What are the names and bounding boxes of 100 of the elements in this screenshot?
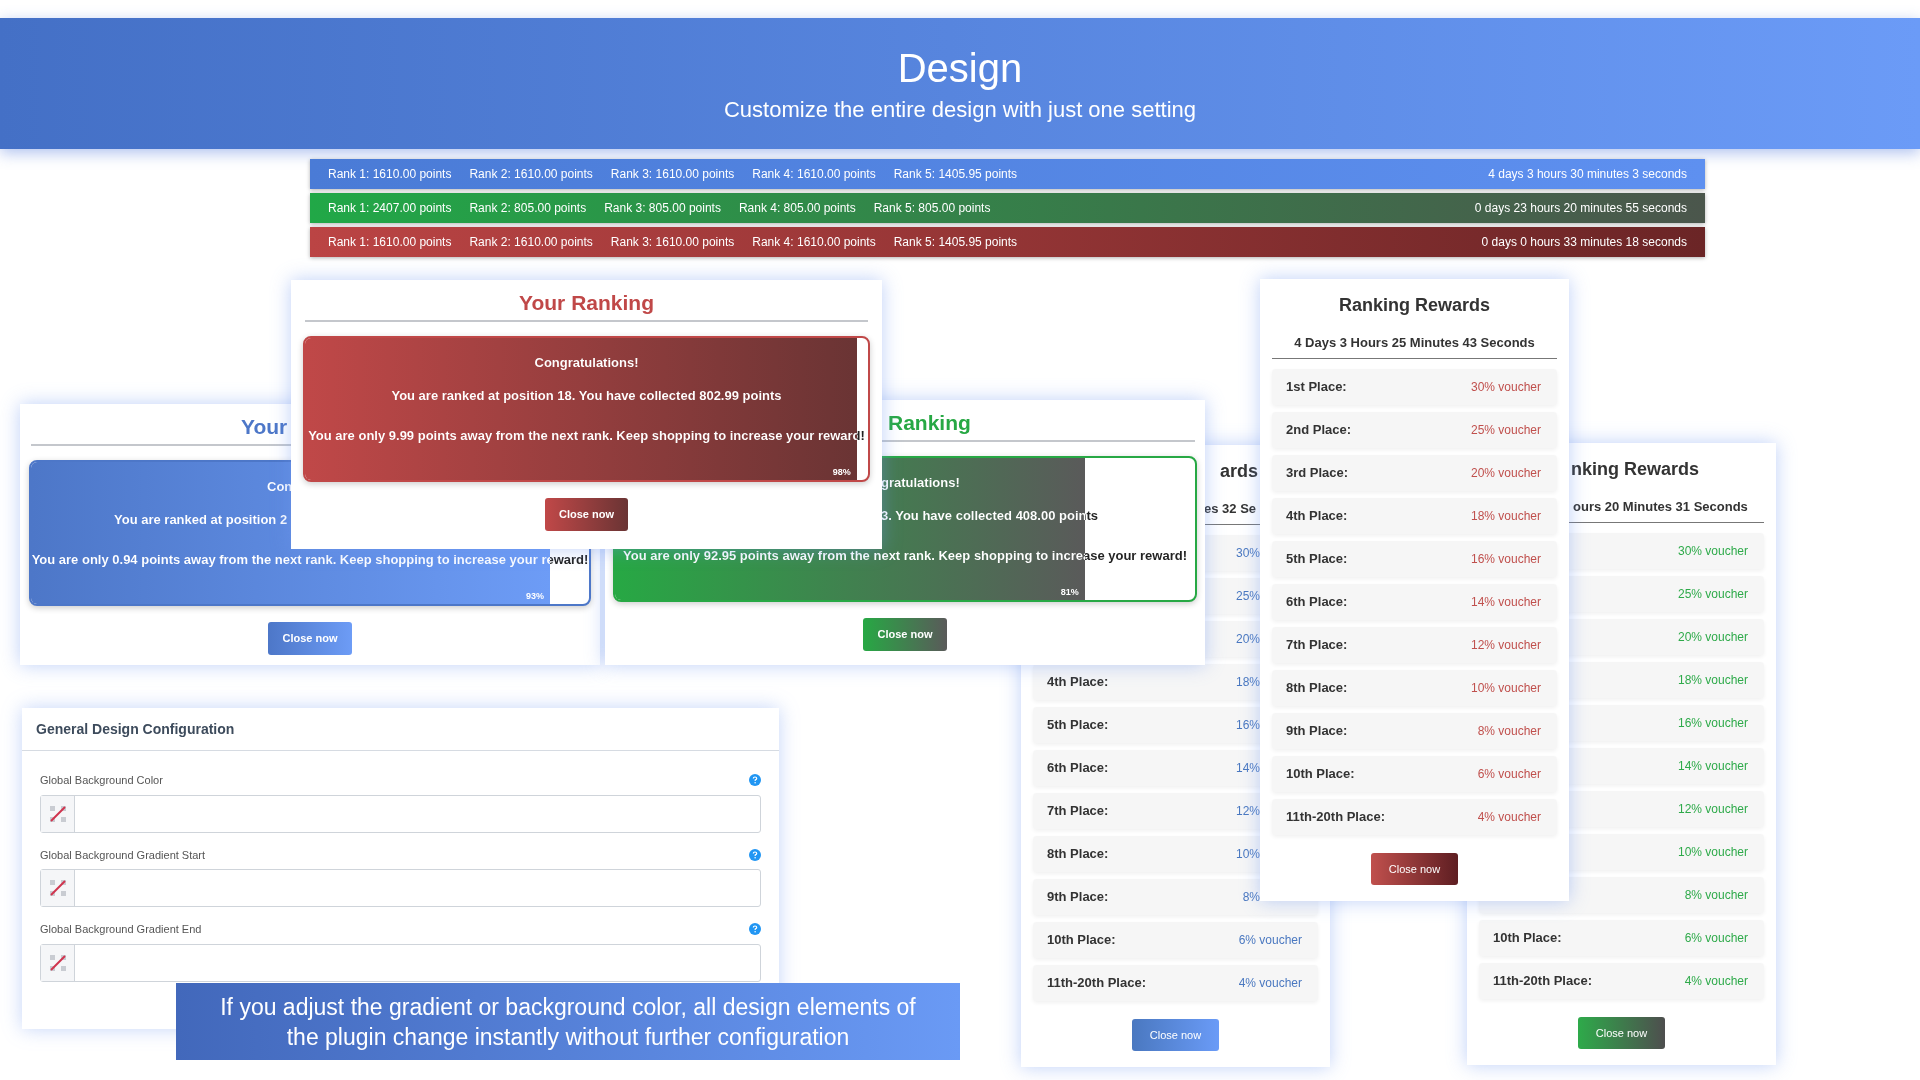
rank-points: Rank 5: 1405.95 points <box>893 166 1018 183</box>
color-input-field[interactable] <box>40 794 761 833</box>
reward-value: 6% voucher <box>1684 930 1748 947</box>
reward-value: 30% voucher <box>1470 379 1541 396</box>
rewards-title: ards <box>1219 460 1258 483</box>
place-label: 11th-20th Place: <box>1493 972 1592 991</box>
reward-value: 14% voucher <box>1470 594 1541 611</box>
reward-value: 8% voucher <box>1684 887 1748 904</box>
reward-value: 30% <box>1235 545 1260 562</box>
reward-value: 20% <box>1235 631 1260 648</box>
place-label: 4th Place: <box>1047 673 1109 692</box>
popup-title: Ranking <box>888 410 971 436</box>
reward-value: 6% voucher <box>1238 932 1302 949</box>
rank-points: Rank 3: 1610.00 points <box>610 234 735 251</box>
field-label: Global Background Gradient Start <box>40 847 206 863</box>
reward-value: 18% <box>1235 674 1260 691</box>
countdown-text: 0 days 23 hours 20 minutes 55 seconds <box>1474 200 1687 217</box>
close-button[interactable]: Close now <box>545 498 628 531</box>
rank-points: Rank 3: 805.00 points <box>604 200 721 217</box>
rank-points: Rank 5: 805.00 points <box>873 200 991 217</box>
reward-value: 14% voucher <box>1677 758 1748 775</box>
color-swatch-icon <box>48 804 67 823</box>
place-label: 1st Place: <box>1286 378 1347 397</box>
rewards-title: Ranking Rewards <box>1338 294 1490 317</box>
progress-percent: 98% <box>832 465 851 479</box>
reward-value: 4% voucher <box>1477 809 1541 826</box>
reward-value: 14% <box>1235 760 1260 777</box>
rank-points: Rank 2: 1610.00 points <box>469 234 593 251</box>
color-input-field[interactable] <box>40 869 761 907</box>
place-label: 11th-20th Place: <box>1286 808 1385 827</box>
reward-value: 8% <box>1242 889 1260 906</box>
rank-points: Rank 3: 1610.00 points <box>610 166 735 183</box>
countdown-subtitle: 4 Days 3 Hours 25 Minutes 43 Seconds <box>1294 334 1535 352</box>
reward-value: 6% voucher <box>1477 766 1541 783</box>
place-label: 6th Place: <box>1047 759 1109 778</box>
reward-value: 12% voucher <box>1677 801 1748 818</box>
reward-value: 12% voucher <box>1470 637 1541 654</box>
close-button[interactable]: Close now <box>1370 853 1459 885</box>
rank-points: Rank 1: 1610.00 points <box>328 234 452 251</box>
place-label: 3rd Place: <box>1286 464 1349 483</box>
reward-value: 16% <box>1235 717 1260 734</box>
place-label: 11th-20th Place: <box>1047 974 1146 993</box>
help-icon[interactable] <box>749 848 761 861</box>
help-icon[interactable] <box>749 774 761 787</box>
ranking-message: You are ranked at position 2 <box>114 512 288 527</box>
reward-value: 20% voucher <box>1470 465 1541 482</box>
countdown-subtitle: es 32 Se <box>1204 500 1257 518</box>
color-swatch-icon <box>48 953 67 972</box>
countdown-subtitle: ours 20 Minutes 31 Seconds <box>1573 498 1748 516</box>
reward-value: 16% voucher <box>1470 551 1541 568</box>
hero-subtitle: Customize the entire design with just one setting <box>723 95 1196 124</box>
place-label: 7th Place: <box>1047 802 1109 821</box>
place-label: 7th Place: <box>1286 636 1348 655</box>
help-icon[interactable] <box>749 923 761 936</box>
place-label: 4th Place: <box>1286 507 1348 526</box>
reward-value: 10% <box>1235 846 1260 863</box>
rank-points: Rank 2: 1610.00 points <box>469 166 593 183</box>
reward-value: 18% voucher <box>1677 672 1748 689</box>
reward-value: 4% voucher <box>1684 973 1748 990</box>
rank-points: Rank 5: 1405.95 points <box>893 234 1018 251</box>
reward-value: 20% voucher <box>1677 629 1748 646</box>
ranking-message: You are ranked at position 18. You have collected 802.99 points <box>391 388 782 403</box>
hero-title: Design <box>897 44 1023 92</box>
color-swatch-icon <box>48 879 67 897</box>
reward-value: 10% voucher <box>1677 844 1748 861</box>
popup-title: Your Ranking <box>519 290 654 316</box>
rank-points: Rank 1: 2407.00 points <box>328 200 452 217</box>
field-label: Global Background Gradient End <box>40 922 202 937</box>
color-input-field[interactable] <box>40 943 761 982</box>
reward-value: 25% voucher <box>1470 422 1541 439</box>
congrats-text: Congratulations! <box>534 355 639 370</box>
config-title: General Design Configuration <box>36 719 235 739</box>
progress-percent: 93% <box>525 589 544 603</box>
place-label: 9th Place: <box>1047 888 1109 907</box>
countdown-text: 4 days 3 hours 30 minutes 3 seconds <box>1488 166 1687 183</box>
place-label: 10th Place: <box>1493 929 1562 948</box>
popup-title: Your <box>241 414 288 440</box>
close-button[interactable]: Close now <box>1131 1019 1220 1051</box>
place-label: 10th Place: <box>1047 931 1116 950</box>
rank-points: Rank 2: 805.00 points <box>469 200 587 217</box>
reward-value: 18% voucher <box>1470 508 1541 525</box>
field-label: Global Background Color <box>40 773 163 788</box>
reward-value: 8% voucher <box>1477 723 1541 740</box>
progress-percent: 81% <box>1060 585 1079 599</box>
reward-value: 12% <box>1235 803 1260 820</box>
place-label: 5th Place: <box>1286 550 1348 569</box>
place-label: 10th Place: <box>1286 765 1355 784</box>
reward-value: 25% voucher <box>1677 586 1748 603</box>
close-button[interactable]: Close now <box>863 618 947 651</box>
reward-value: 4% voucher <box>1238 975 1302 992</box>
rank-points: Rank 1: 1610.00 points <box>328 166 452 183</box>
place-label: 2nd Place: <box>1286 421 1352 440</box>
congrats-text: Con <box>267 479 293 494</box>
caption-text: If you adjust the gradient or background color, all design elements of the plugin change instantly without further configuration <box>219 992 917 1052</box>
reward-value: 25% <box>1235 588 1260 605</box>
close-button[interactable]: Close now <box>268 622 352 655</box>
close-button[interactable]: Close now <box>1577 1017 1666 1049</box>
place-label: 9th Place: <box>1286 722 1348 741</box>
rank-points: Rank 4: 805.00 points <box>738 200 856 217</box>
place-label: 6th Place: <box>1286 593 1348 612</box>
